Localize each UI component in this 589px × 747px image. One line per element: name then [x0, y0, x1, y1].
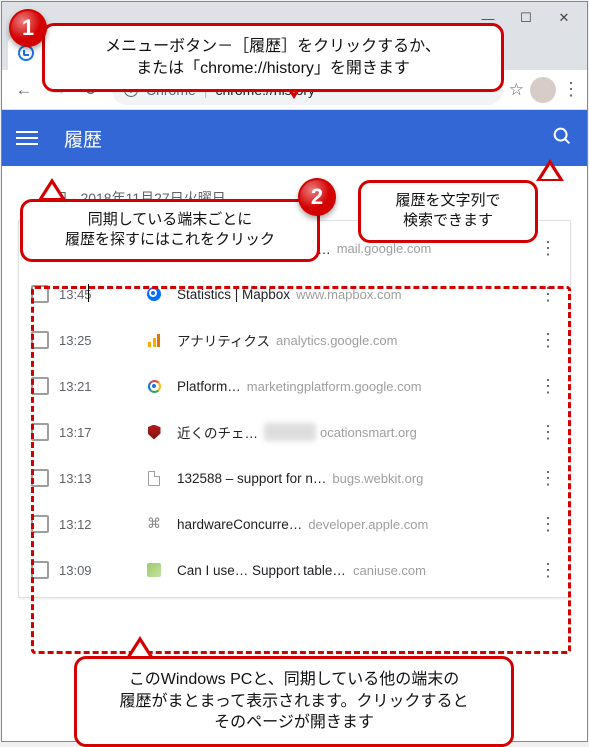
annotation-callout-sync: 同期している端末ごとに履歴を探すにはこれをクリック	[20, 199, 320, 262]
row-title[interactable]: 近くのチェ…	[177, 422, 258, 442]
drawer-menu-button[interactable]	[16, 131, 38, 145]
row-time: 13:17	[59, 425, 111, 440]
row-favicon-icon	[145, 423, 163, 441]
row-checkbox[interactable]	[31, 561, 49, 579]
annotation-badge-2: 2	[298, 178, 336, 216]
row-time: 13:09	[59, 563, 111, 578]
row-menu-button[interactable]: ⋮	[534, 330, 562, 351]
row-favicon-icon	[145, 285, 163, 303]
row-time: 13:21	[59, 379, 111, 394]
row-title[interactable]: アナリティクス	[177, 330, 270, 350]
history-row[interactable]: 13:13 132588 – support for n… bugs.webkit.…	[19, 455, 570, 501]
row-time: 13:13	[59, 471, 111, 486]
row-favicon-icon	[145, 561, 163, 579]
row-domain: analytics.google.com	[276, 333, 397, 348]
row-menu-button[interactable]: ⋮	[534, 560, 562, 581]
row-checkbox[interactable]	[31, 285, 49, 303]
history-list: 13:58スター付き - xxxx@…mail.google.com⋮13:45…	[18, 220, 571, 598]
row-domain: mail.google.com	[337, 241, 432, 256]
row-time: 13:45	[59, 287, 111, 302]
row-menu-button[interactable]: ⋮	[534, 284, 562, 305]
row-title[interactable]: hardwareConcurre…	[177, 517, 302, 532]
text-cursor	[88, 284, 89, 302]
row-checkbox[interactable]	[31, 331, 49, 349]
row-menu-button[interactable]: ⋮	[534, 238, 562, 259]
history-row[interactable]: 13:25 アナリティクス analytics.google.com ⋮	[19, 317, 570, 363]
row-checkbox[interactable]	[31, 423, 49, 441]
row-checkbox[interactable]	[31, 469, 49, 487]
annotation-badge-1: 1	[9, 9, 47, 47]
row-checkbox[interactable]	[31, 377, 49, 395]
row-domain: xxxxocationsmart.org	[264, 423, 417, 441]
annotation-tail-sync	[38, 178, 66, 200]
annotation-tail-bottom	[126, 636, 154, 658]
nav-back-button[interactable]: ←	[10, 76, 38, 104]
row-time: 13:25	[59, 333, 111, 348]
row-title[interactable]: Platform…	[177, 379, 241, 394]
row-favicon-icon	[145, 331, 163, 349]
history-search-button[interactable]	[551, 125, 573, 152]
row-domain: www.mapbox.com	[296, 287, 401, 302]
row-favicon-icon	[145, 377, 163, 395]
row-domain: bugs.webkit.org	[332, 471, 423, 486]
row-favicon-icon	[145, 469, 163, 487]
row-domain: marketingplatform.google.com	[247, 379, 422, 394]
row-time: 13:12	[59, 517, 111, 532]
row-title[interactable]: Can I use… Support tables …	[177, 563, 347, 578]
history-row[interactable]: 13:17 近くのチェ… xxxxocationsmart.org ⋮	[19, 409, 570, 455]
row-favicon-icon	[145, 515, 163, 533]
window-close-button[interactable]: ✕	[545, 4, 583, 32]
history-row[interactable]: 13:21 Platform… marketingplatform.google.c…	[19, 363, 570, 409]
annotation-callout-bottom: このWindows PCと、同期している他の端末の履歴がまとまって表示されます。…	[74, 656, 514, 747]
bookmark-star-icon[interactable]: ☆	[509, 80, 524, 100]
annotation-tail-search	[536, 159, 564, 181]
history-favicon-icon	[18, 45, 34, 61]
window-maximize-button[interactable]: ☐	[507, 4, 545, 32]
history-row[interactable]: 13:09 Can I use… Support tables … caniuse.…	[19, 547, 570, 593]
row-menu-button[interactable]: ⋮	[534, 468, 562, 489]
history-app-header: 履歴	[2, 110, 587, 166]
history-app-title: 履歴	[64, 125, 102, 152]
profile-avatar[interactable]	[530, 77, 556, 103]
row-domain: developer.apple.com	[308, 517, 428, 532]
history-row[interactable]: 13:12 hardwareConcurre… developer.apple.co…	[19, 501, 570, 547]
history-row[interactable]: 13:45 Statistics | Mapbox www.mapbox.com ⋮	[19, 271, 570, 317]
row-checkbox[interactable]	[31, 515, 49, 533]
row-menu-button[interactable]: ⋮	[534, 422, 562, 443]
chrome-menu-button[interactable]: ⋮	[562, 79, 579, 100]
row-domain: caniuse.com	[353, 563, 426, 578]
annotation-callout-search: 履歴を文字列で検索できます	[358, 180, 538, 243]
row-title[interactable]: 132588 – support for n…	[177, 471, 326, 486]
row-menu-button[interactable]: ⋮	[534, 376, 562, 397]
annotation-callout-1: メニューボタン－［履歴］をクリックするか、または「chrome://histor…	[42, 23, 504, 92]
row-menu-button[interactable]: ⋮	[534, 514, 562, 535]
row-title[interactable]: Statistics | Mapbox	[177, 287, 290, 302]
